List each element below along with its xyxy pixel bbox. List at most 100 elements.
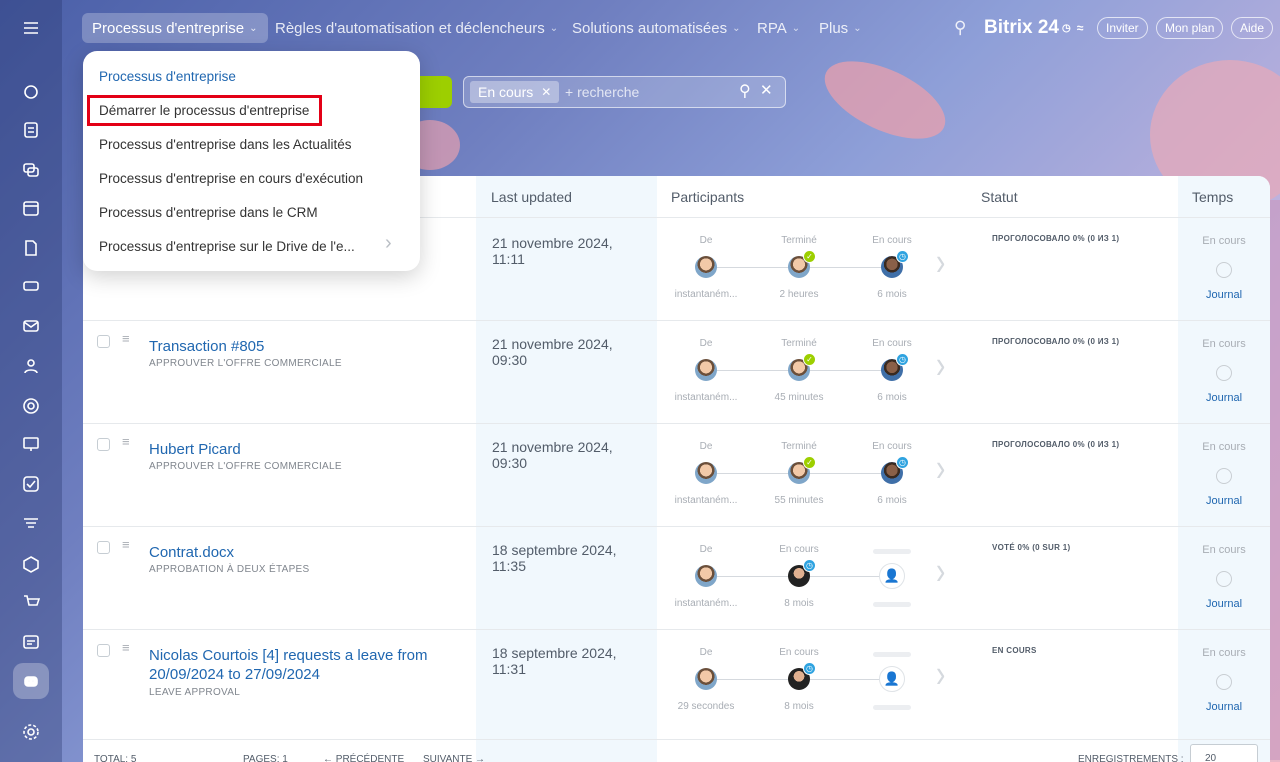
avatar[interactable]: ◷ bbox=[881, 456, 909, 484]
avatar[interactable] bbox=[695, 462, 717, 484]
participant-time: 8 mois bbox=[784, 701, 814, 712]
row-title[interactable]: Contrat.docx bbox=[149, 543, 449, 562]
calendar-icon[interactable] bbox=[21, 198, 41, 218]
mail-icon[interactable] bbox=[21, 316, 41, 336]
sliders-icon[interactable]: ≈ bbox=[1077, 21, 1084, 35]
chevron-right-icon[interactable]: › bbox=[385, 232, 392, 255]
header-last-updated[interactable]: Last updated bbox=[491, 189, 572, 205]
search-input[interactable]: + recherche bbox=[565, 84, 639, 100]
menu-item-drive[interactable]: Processus d'entreprise sur le Drive de l… bbox=[99, 239, 355, 254]
chevron-right-icon[interactable]: › bbox=[936, 446, 945, 491]
table-row[interactable]: ≡ Hubert Picard APPROUVER L'OFFRE COMMER… bbox=[83, 424, 1270, 527]
drag-handle-icon[interactable]: ≡ bbox=[122, 641, 134, 654]
avatar[interactable] bbox=[695, 359, 717, 381]
feed-icon[interactable] bbox=[21, 82, 41, 102]
menu-item-business-processes[interactable]: Processus d'entreprise bbox=[99, 69, 236, 84]
search-icon[interactable]: ⚲ bbox=[954, 13, 966, 43]
robot-icon[interactable] bbox=[21, 671, 41, 691]
menu-item-running[interactable]: Processus d'entreprise en cours d'exécut… bbox=[99, 171, 363, 186]
avatar[interactable] bbox=[695, 256, 717, 278]
chevron-down-icon: ⌄ bbox=[791, 22, 801, 34]
tasks-icon[interactable] bbox=[21, 120, 41, 140]
filter-icon[interactable] bbox=[21, 514, 41, 534]
checkbox-icon[interactable] bbox=[21, 474, 41, 494]
table-row[interactable]: ≡ Transaction #805 APPROUVER L'OFFRE COM… bbox=[83, 321, 1270, 424]
row-checkbox[interactable] bbox=[97, 335, 110, 348]
journal-link[interactable]: Journal bbox=[1183, 495, 1265, 507]
invite-button[interactable]: Inviter bbox=[1097, 17, 1148, 39]
menu-item-news-feed[interactable]: Processus d'entreprise dans les Actualit… bbox=[99, 137, 351, 152]
row-title[interactable]: Nicolas Courtois [4] requests a leave fr… bbox=[149, 646, 449, 684]
header-status[interactable]: Statut bbox=[981, 189, 1018, 205]
participant-label: En cours bbox=[872, 235, 912, 246]
row-date: 18 septembre 2024, 11:31 bbox=[492, 645, 617, 677]
chevron-right-icon[interactable]: › bbox=[936, 240, 945, 285]
nav-business-processes[interactable]: Processus d'entreprise ⌄ bbox=[82, 13, 268, 43]
board-icon[interactable] bbox=[21, 434, 41, 454]
avatar[interactable]: ◷ bbox=[788, 559, 816, 587]
avatar[interactable]: ◷ bbox=[788, 662, 816, 690]
nav-automated-solutions[interactable]: Solutions automatisées ⌄ bbox=[572, 13, 740, 43]
search-icon[interactable]: ⚲ bbox=[739, 81, 751, 101]
row-checkbox[interactable] bbox=[97, 644, 110, 657]
row-title[interactable]: Transaction #805 bbox=[149, 337, 449, 356]
nav-more[interactable]: Plus ⌄ bbox=[819, 13, 862, 43]
my-plan-button[interactable]: Mon plan bbox=[1156, 17, 1224, 39]
participant-label: De bbox=[699, 647, 713, 658]
journal-link[interactable]: Journal bbox=[1183, 392, 1265, 404]
avatar[interactable]: ✓ bbox=[788, 456, 816, 484]
row-date: 21 novembre 2024, 09:30 bbox=[492, 336, 613, 368]
time-state: En cours bbox=[1202, 544, 1246, 556]
package-icon[interactable] bbox=[21, 554, 41, 574]
participant-time: 2 heures bbox=[779, 289, 819, 300]
chevron-right-icon[interactable]: › bbox=[936, 652, 945, 697]
settings-icon[interactable] bbox=[21, 722, 41, 742]
prev-page-link[interactable]: ← PRÉCÉDENTE bbox=[323, 754, 404, 762]
id-card-icon[interactable] bbox=[21, 632, 41, 652]
chevron-right-icon[interactable]: › bbox=[936, 549, 945, 594]
nav-automation-rules[interactable]: Règles d'automatisation et déclencheurs ⌄ bbox=[275, 13, 558, 43]
drag-handle-icon[interactable]: ≡ bbox=[122, 538, 134, 551]
avatar[interactable]: ◷ bbox=[881, 353, 909, 381]
avatar[interactable]: ✓ bbox=[788, 250, 816, 278]
avatar[interactable] bbox=[695, 668, 717, 690]
table-row[interactable]: ≡ Nicolas Courtois [4] requests a leave … bbox=[83, 630, 1270, 740]
table-row[interactable]: ≡ Contrat.docx APPROBATION À DEUX ÉTAPES… bbox=[83, 527, 1270, 630]
clear-icon[interactable]: ✕ bbox=[760, 81, 773, 99]
drag-handle-icon[interactable]: ≡ bbox=[122, 435, 134, 448]
row-title[interactable]: Hubert Picard bbox=[149, 440, 449, 459]
row-subtitle: APPROUVER L'OFFRE COMMERCIALE bbox=[149, 358, 342, 369]
filter-chip-in-progress[interactable]: En cours ✕ bbox=[470, 81, 560, 103]
chat-icon[interactable] bbox=[21, 160, 41, 180]
menu-item-crm[interactable]: Processus d'entreprise dans le CRM bbox=[99, 205, 318, 220]
cart-icon[interactable] bbox=[21, 592, 41, 612]
avatar[interactable] bbox=[695, 565, 717, 587]
contacts-icon[interactable] bbox=[21, 356, 41, 376]
avatar[interactable]: ✓ bbox=[788, 353, 816, 381]
drag-handle-icon[interactable]: ≡ bbox=[122, 332, 134, 345]
document-icon[interactable] bbox=[21, 238, 41, 258]
row-checkbox[interactable] bbox=[97, 541, 110, 554]
header-time[interactable]: Temps bbox=[1192, 189, 1233, 205]
chevron-right-icon[interactable]: › bbox=[936, 343, 945, 388]
records-select[interactable]: 20 bbox=[1190, 744, 1258, 762]
status-text: VOTÉ 0% (0 SUR 1) bbox=[992, 543, 1071, 552]
participant-time: 8 mois bbox=[784, 598, 814, 609]
nav-rpa[interactable]: RPA ⌄ bbox=[757, 13, 800, 43]
journal-link[interactable]: Journal bbox=[1183, 289, 1265, 301]
sites-icon[interactable] bbox=[21, 396, 41, 416]
chevron-down-icon: ⌄ bbox=[732, 22, 741, 34]
journal-link[interactable]: Journal bbox=[1183, 701, 1265, 713]
clock-icon: ◷ bbox=[896, 250, 909, 263]
drive-icon[interactable] bbox=[21, 276, 41, 296]
close-icon[interactable]: ✕ bbox=[541, 85, 551, 99]
next-page-link[interactable]: SUIVANTE → bbox=[423, 754, 485, 762]
journal-link[interactable]: Journal bbox=[1183, 598, 1265, 610]
row-checkbox[interactable] bbox=[97, 438, 110, 451]
participant-time: 29 secondes bbox=[677, 701, 735, 712]
menu-icon[interactable] bbox=[21, 18, 41, 38]
empty-avatar-icon: 👤 bbox=[879, 666, 905, 692]
header-participants[interactable]: Participants bbox=[671, 189, 744, 205]
help-button[interactable]: Aide bbox=[1231, 17, 1274, 39]
avatar[interactable]: ◷ bbox=[881, 250, 909, 278]
